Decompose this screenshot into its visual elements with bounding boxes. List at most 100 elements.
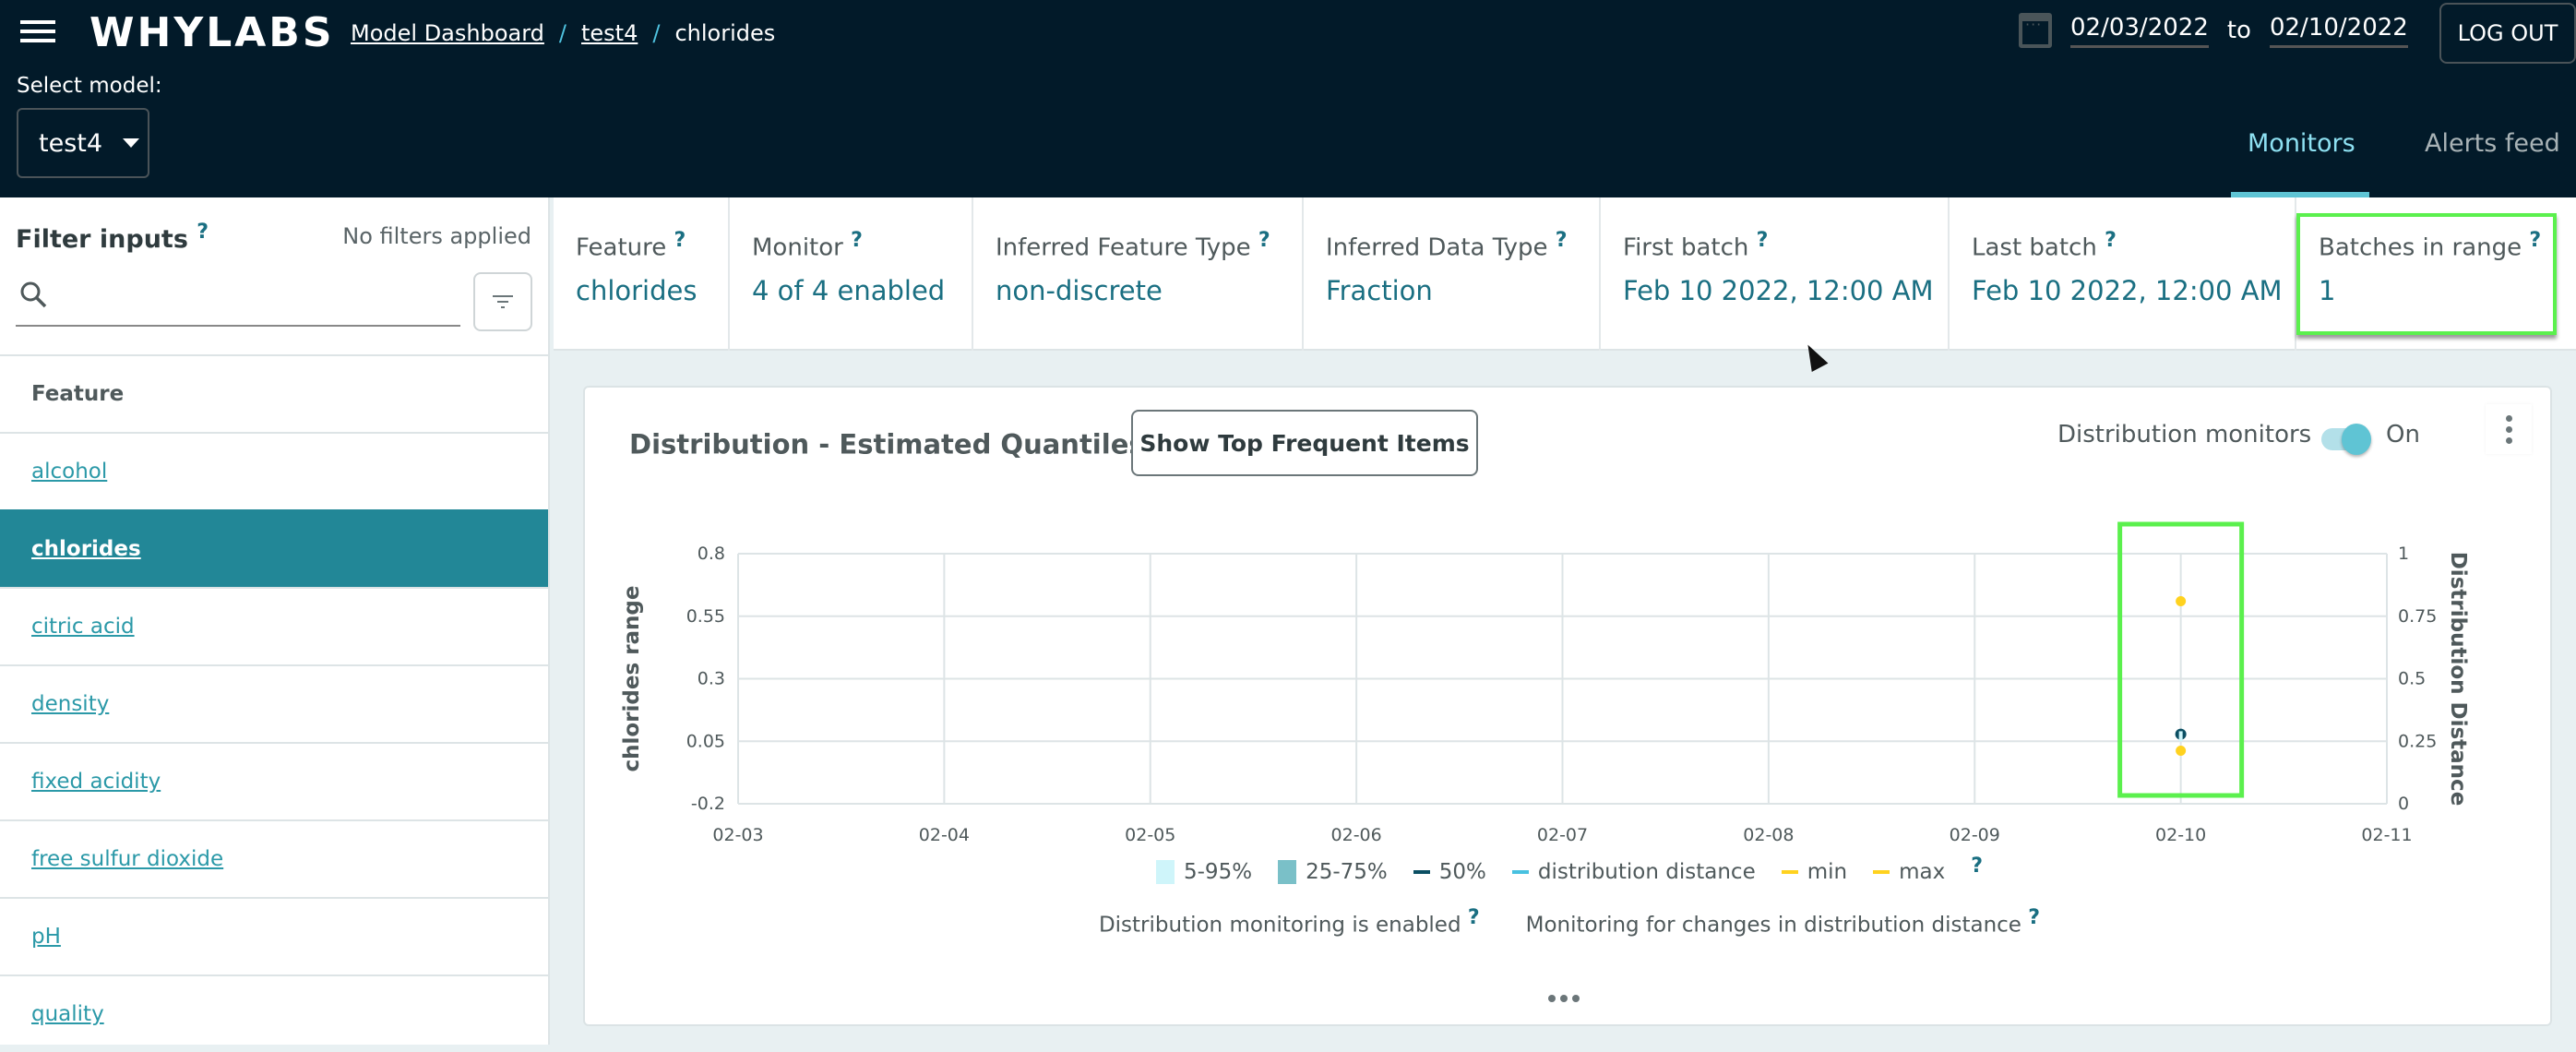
- note-distribution-distance: Monitoring for changes in distribution d…: [1526, 906, 2040, 938]
- filter-icon: [493, 295, 513, 308]
- summary-value: Feb 10 2022, 12:00 AM: [1972, 274, 2283, 306]
- expand-more-icon[interactable]: [1548, 995, 1580, 1002]
- summary-label: Inferred Data Type: [1326, 233, 1548, 262]
- feature-summary-bar: Feature ? chlorides Monitor ? 4 of 4 ena…: [554, 197, 2576, 351]
- date-to-input[interactable]: 02/10/2022: [2269, 14, 2408, 48]
- feature-item-fixed-acidity[interactable]: fixed acidity: [0, 742, 548, 819]
- feature-link[interactable]: citric acid: [31, 615, 135, 639]
- legend-swatch: [1156, 860, 1175, 884]
- filter-title-text: Filter inputs: [16, 225, 188, 254]
- help-icon[interactable]: ?: [2028, 906, 2040, 929]
- feature-item-density[interactable]: density: [0, 664, 548, 742]
- breadcrumb-model[interactable]: test4: [581, 20, 638, 46]
- feature-item-citric-acid[interactable]: citric acid: [0, 587, 548, 664]
- feature-link[interactable]: free sulfur dioxide: [31, 847, 223, 871]
- feature-list-header: Feature: [0, 354, 548, 432]
- legend-item: distribution distance: [1511, 860, 1756, 884]
- point-max: [2176, 595, 2187, 606]
- y2-tick-label: 1: [2398, 544, 2409, 564]
- legend-swatch: [1413, 870, 1430, 874]
- help-icon[interactable]: ?: [2529, 229, 2541, 252]
- summary-monitor: Monitor ? 4 of 4 enabled: [730, 197, 973, 351]
- point-min: [2176, 746, 2187, 757]
- feature-item-alcohol[interactable]: alcohol: [0, 432, 548, 509]
- feature-link[interactable]: pH: [31, 925, 61, 949]
- chart-legend: 5-95% 25-75% 50% distribution distance m…: [585, 855, 2554, 884]
- summary-value: Feb 10 2022, 12:00 AM: [1623, 274, 1934, 306]
- tab-alerts-feed[interactable]: Alerts feed: [2425, 129, 2560, 158]
- summary-label: Feature: [576, 233, 667, 262]
- summary-feature: Feature ? chlorides: [554, 197, 730, 351]
- help-icon[interactable]: ?: [197, 221, 209, 244]
- date-range: 02/03/2022 to 02/10/2022: [2019, 13, 2408, 48]
- help-icon[interactable]: ?: [1757, 229, 1769, 252]
- legend-swatch: [1511, 870, 1529, 874]
- note-text: Distribution monitoring is enabled: [1098, 913, 1461, 938]
- whylabs-logo[interactable]: WHYLABS: [89, 9, 335, 56]
- summary-label: First batch: [1623, 233, 1749, 262]
- feature-item-ph[interactable]: pH: [0, 897, 548, 974]
- help-icon[interactable]: ?: [1971, 855, 1983, 878]
- y-tick-label: 0.05: [686, 731, 725, 751]
- legend-item: min: [1781, 860, 1847, 884]
- help-icon[interactable]: ?: [674, 229, 686, 252]
- summary-batches-in-range: Batches in range ? 1: [2296, 197, 2576, 351]
- x-tick-label: 02-06: [1331, 825, 1382, 845]
- x-tick-label: 02-07: [1537, 825, 1588, 845]
- help-icon[interactable]: ?: [851, 229, 863, 252]
- tab-monitors[interactable]: Monitors: [2248, 129, 2355, 158]
- feature-link[interactable]: quality: [31, 1002, 104, 1026]
- feature-item-quality[interactable]: quality: [0, 974, 548, 1052]
- calendar-icon[interactable]: [2019, 13, 2052, 48]
- distribution-chart: 0.8 1 0.55 0.75 0.3 0.5 0.05 0.25 -0.2 0 02-03 02-0…: [620, 521, 2470, 845]
- breadcrumb-model-dashboard[interactable]: Model Dashboard: [351, 20, 544, 46]
- summary-value: chlorides: [576, 274, 698, 306]
- x-tick-label: 02-09: [1950, 825, 2000, 845]
- x-tick-label: 02-05: [1125, 825, 1175, 845]
- breadcrumb-separator: /: [558, 20, 566, 46]
- feature-link[interactable]: alcohol: [31, 460, 107, 484]
- feature-list: alcohol chlorides citric acid density fi…: [0, 432, 548, 1052]
- logout-button[interactable]: LOG OUT: [2439, 3, 2576, 64]
- chevron-down-icon: [123, 138, 140, 148]
- model-select[interactable]: test4: [17, 108, 149, 178]
- search-icon: [20, 281, 47, 308]
- feature-link[interactable]: fixed acidity: [31, 770, 161, 794]
- y2-tick-label: 0.25: [2398, 731, 2437, 751]
- model-select-value: test4: [39, 128, 103, 158]
- summary-last-batch: Last batch ? Feb 10 2022, 12:00 AM: [1950, 197, 2296, 351]
- distribution-card: Distribution - Estimated Quantiles ? Sho…: [583, 386, 2552, 1026]
- filter-title: Filter inputs ?: [16, 221, 209, 254]
- y-tick-label: 0.8: [698, 544, 725, 564]
- search-input[interactable]: [64, 277, 451, 319]
- date-from-input[interactable]: 02/03/2022: [2070, 14, 2209, 48]
- feature-item-chlorides[interactable]: chlorides: [0, 509, 548, 587]
- menu-icon[interactable]: [20, 20, 57, 46]
- help-icon[interactable]: ?: [1468, 906, 1480, 929]
- feature-link[interactable]: density: [31, 692, 109, 716]
- feature-link[interactable]: chlorides: [31, 537, 141, 561]
- legend-label: 50%: [1438, 860, 1486, 884]
- legend-swatch: [1873, 870, 1890, 874]
- y2-tick-label: 0.75: [2398, 606, 2437, 627]
- note-text: Monitoring for changes in distribution d…: [1525, 913, 2021, 938]
- help-icon[interactable]: ?: [1556, 229, 1568, 252]
- help-icon[interactable]: ?: [2105, 229, 2117, 252]
- summary-label: Monitor: [752, 233, 843, 262]
- x-tick-label: 02-03: [712, 825, 763, 845]
- summary-label: Batches in range: [2319, 233, 2522, 262]
- filter-button[interactable]: [473, 272, 532, 331]
- legend-swatch: [1278, 860, 1297, 884]
- legend-label: max: [1899, 860, 1946, 884]
- feature-item-free-sulfur-dioxide[interactable]: free sulfur dioxide: [0, 819, 548, 897]
- legend-label: distribution distance: [1537, 860, 1756, 884]
- summary-value: Fraction: [1326, 274, 1433, 306]
- y-tick-label: 0.3: [698, 669, 725, 689]
- legend-item: max: [1873, 860, 1945, 884]
- y2-tick-label: 0.5: [2398, 669, 2426, 689]
- date-to-label: to: [2226, 17, 2251, 44]
- y2-tick-label: 0: [2398, 794, 2409, 814]
- breadcrumb-separator: /: [652, 20, 661, 46]
- help-icon[interactable]: ?: [1258, 229, 1270, 252]
- summary-inferred-data-type: Inferred Data Type ? Fraction: [1304, 197, 1601, 351]
